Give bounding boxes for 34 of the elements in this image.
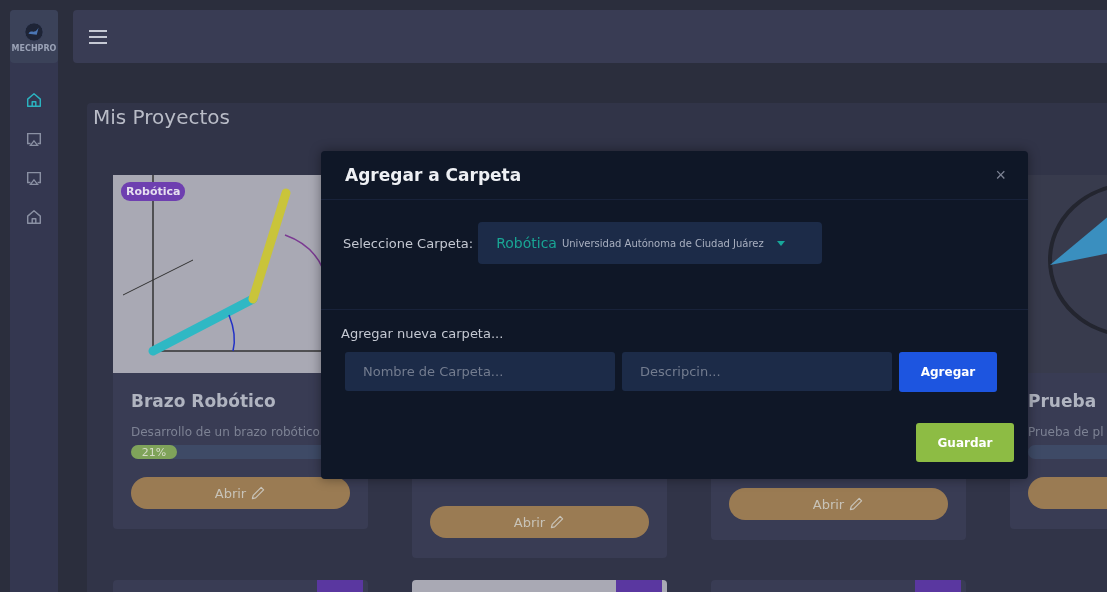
project-title: Prueba bbox=[1028, 391, 1098, 411]
open-button[interactable]: Abrir bbox=[430, 506, 649, 538]
project-description: Desarrollo de un brazo robótico bbox=[131, 425, 321, 439]
select-label: Seleccione Carpeta: bbox=[343, 235, 474, 251]
home-link[interactable] bbox=[24, 207, 44, 227]
pencil-icon bbox=[848, 496, 865, 512]
progress-label: 21% bbox=[141, 445, 167, 459]
home-icon bbox=[25, 91, 43, 109]
home-icon bbox=[25, 208, 43, 226]
category-tag: Robótica bbox=[121, 182, 186, 201]
pencil-icon bbox=[250, 485, 267, 501]
logo-icon bbox=[23, 20, 45, 43]
screen-icon bbox=[25, 130, 43, 148]
save-button[interactable]: Guardar bbox=[916, 423, 1014, 462]
open-button[interactable]: Abrir bbox=[729, 488, 948, 520]
select-detail: Universidad Autónoma de Ciudad Juárez bbox=[561, 237, 764, 249]
open-button[interactable]: Abrir bbox=[131, 477, 350, 509]
screen-icon bbox=[25, 169, 43, 187]
menu-icon[interactable] bbox=[89, 29, 107, 44]
page-title: Mis Proyectos bbox=[93, 105, 231, 131]
folder-select[interactable]: Robótica Universidad Autónoma de Ciudad Juárez bbox=[478, 222, 823, 264]
home-link[interactable] bbox=[24, 90, 44, 110]
pencil-icon bbox=[549, 514, 566, 530]
project-title: Brazo Robótico bbox=[131, 391, 277, 411]
description-field[interactable]: Descripcin... bbox=[622, 352, 892, 391]
close-button[interactable]: × bbox=[991, 164, 1010, 186]
logo-text: MECHPRO bbox=[11, 43, 57, 53]
project-description: Prueba de pl bbox=[1028, 425, 1105, 439]
select-value: Robótica bbox=[496, 235, 557, 251]
folder-name-field[interactable]: Nombre de Carpeta... bbox=[345, 352, 615, 391]
caret-icon bbox=[776, 240, 785, 246]
add-button[interactable]: Agregar bbox=[899, 352, 997, 392]
section-label: Agregar nueva carpeta... bbox=[341, 326, 505, 341]
modal-title: Agregar a Carpeta bbox=[345, 165, 522, 185]
